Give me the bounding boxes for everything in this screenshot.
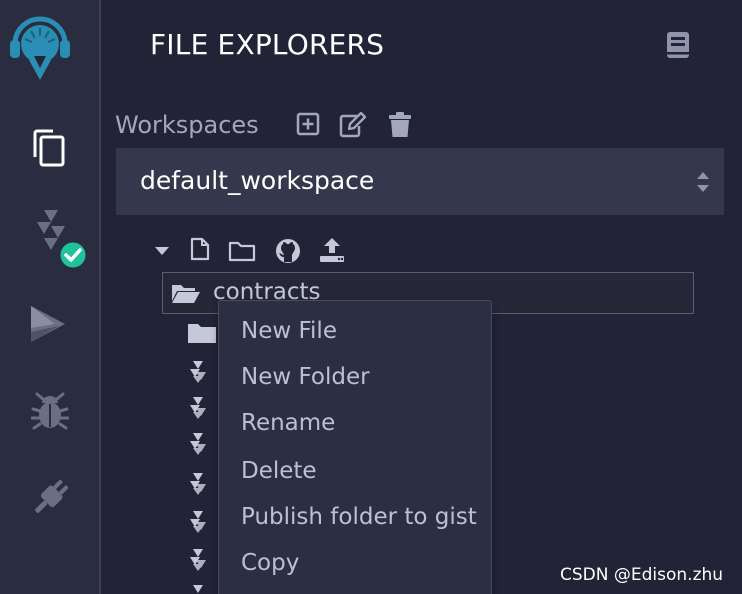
workspace-select-value: default_workspace [140, 166, 375, 195]
menu-item-rename[interactable]: Rename [241, 410, 335, 436]
panel-title: FILE EXPLORERS [150, 28, 385, 61]
remix-logo-icon[interactable] [9, 10, 71, 84]
workspace-select[interactable]: default_workspace [116, 148, 724, 215]
remix-ide: FILE EXPLORERS Workspaces default_worksp… [0, 0, 742, 594]
menu-item-delete[interactable]: Delete [241, 458, 317, 484]
bug-icon[interactable] [31, 391, 69, 431]
menu-item-new-folder[interactable]: New Folder [241, 364, 370, 390]
new-file-icon[interactable] [190, 237, 210, 261]
file-explorer-panel: FILE EXPLORERS Workspaces default_worksp… [103, 0, 742, 594]
plug-icon[interactable] [30, 474, 72, 520]
context-menu: New File New Folder Rename Delete Publis… [218, 300, 492, 594]
icon-rail [0, 0, 101, 594]
watermark: CSDN @Edison.zhu [560, 565, 724, 585]
upload-icon[interactable] [319, 237, 345, 263]
new-folder-icon[interactable] [228, 240, 256, 262]
caret-down-icon[interactable] [154, 246, 170, 256]
check-icon [57, 239, 89, 271]
ethereum-icon[interactable] [29, 302, 71, 346]
solidity-file-icon[interactable] [189, 472, 207, 496]
trash-icon[interactable] [388, 112, 412, 138]
solidity-file-icon[interactable] [189, 432, 207, 456]
solidity-file-icon[interactable] [189, 360, 207, 384]
files-icon[interactable] [31, 127, 73, 169]
menu-item-new-file[interactable]: New File [241, 318, 337, 344]
menu-item-copy[interactable]: Copy [241, 550, 299, 576]
folder-open-icon [172, 285, 200, 303]
solidity-icon[interactable] [30, 208, 92, 272]
solidity-file-icon[interactable] [189, 510, 207, 534]
solidity-file-icon[interactable] [189, 396, 207, 420]
github-icon[interactable] [275, 238, 301, 264]
select-arrows-icon [697, 172, 709, 192]
solidity-file-icon[interactable] [189, 584, 207, 594]
add-square-icon[interactable] [296, 112, 320, 136]
menu-item-publish-gist[interactable]: Publish folder to gist [241, 504, 477, 530]
workspaces-label: Workspaces [115, 111, 259, 139]
edit-icon[interactable] [339, 112, 367, 138]
folder-icon[interactable] [187, 322, 217, 344]
solidity-file-icon[interactable] [189, 548, 207, 572]
book-icon[interactable] [665, 31, 691, 59]
